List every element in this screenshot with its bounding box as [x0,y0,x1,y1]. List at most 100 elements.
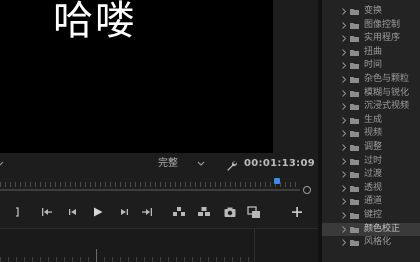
effects-folder-label: 杂色与颗粒 [364,74,410,84]
effects-folder-item[interactable]: 风格化 [322,236,420,249]
folder-icon [350,172,359,179]
chevron-right-icon[interactable] [341,225,347,234]
mark-out-icon[interactable] [12,205,26,219]
chevron-right-icon[interactable] [341,184,347,193]
chevron-right-icon[interactable] [341,61,347,70]
effects-folder-item[interactable]: 透视 [322,182,420,195]
effects-folder-label: 通道 [364,196,383,207]
folder-icon [350,240,359,247]
playhead-timecode[interactable]: 00:01:13:09 [244,157,315,171]
effects-folder-label: 透视 [364,182,383,193]
chevron-right-icon[interactable] [341,157,347,166]
effects-folder-label: 扭曲 [364,46,383,57]
effects-folder-item[interactable]: 视频 [322,127,420,140]
monitor-info-bar: 完整 00:01:13:09 [0,153,318,175]
effects-folder-label: 变换 [364,6,383,16]
folder-icon [350,226,359,233]
go-to-in-icon[interactable] [40,205,54,219]
playback-quality-value: 完整 [158,158,178,169]
effects-folder-item[interactable]: 调整 [322,141,420,154]
chevron-right-icon[interactable] [341,238,347,247]
add-button-icon[interactable] [290,205,304,219]
chevron-right-icon[interactable] [341,170,347,179]
chevron-right-icon[interactable] [341,116,347,125]
monitor-mini-timeline[interactable] [0,175,318,199]
chevron-right-icon[interactable] [341,48,347,57]
timeline-end-handle[interactable] [303,186,311,194]
effects-folder-label: 生成 [364,114,383,125]
effects-folder-item[interactable]: 沉浸式视频 [322,100,420,113]
play-icon[interactable] [91,205,105,219]
folder-icon [350,9,359,15]
step-back-icon[interactable] [66,205,80,219]
chevron-down-icon [0,161,4,166]
effects-folder-label: 视频 [364,128,383,139]
effects-folder-item[interactable]: 通道 [322,195,420,208]
effects-folder-item[interactable]: 扭曲 [322,46,420,59]
effects-folder-item[interactable]: 颜色校正 [322,222,420,236]
effects-folder-label: 键控 [364,210,383,220]
lift-icon[interactable] [172,205,186,219]
mini-timeline-ticks [0,182,300,187]
effects-folder-label: 调整 [364,142,383,152]
folder-icon [350,90,359,97]
compare-view-icon[interactable] [247,205,261,219]
transport-controls [0,199,318,225]
export-frame-icon[interactable] [223,205,237,219]
playhead-marker[interactable] [274,178,280,184]
folder-icon [350,145,359,151]
chevron-right-icon[interactable] [341,7,347,16]
effects-folder-label: 过时 [364,155,383,166]
effects-folder-item[interactable]: 过渡 [322,168,420,181]
effects-folder-item[interactable]: 变换 [322,5,420,18]
effects-folder-label: 颜色校正 [364,223,401,234]
chevron-right-icon[interactable] [341,129,347,138]
chevron-right-icon[interactable] [341,102,347,111]
effects-folder-label: 实用程序 [364,33,401,44]
effects-folder-item[interactable]: 杂色与颗粒 [322,73,420,86]
chevron-right-icon[interactable] [341,21,347,30]
chevron-right-icon[interactable] [341,89,347,98]
time-ruler-ticks [0,257,250,262]
folder-icon [350,104,359,111]
chevron-right-icon[interactable] [341,143,347,152]
step-forward-icon[interactable] [117,205,131,219]
effects-folder-item[interactable]: 键控 [322,209,420,222]
playback-quality-dropdown[interactable]: 完整 [158,157,205,171]
effects-folder-label: 模糊与锐化 [364,87,410,98]
extract-icon[interactable] [197,205,211,219]
ruler-marker [96,249,97,262]
folder-icon [350,117,359,124]
folder-icon [350,36,359,43]
effects-folder-label: 图像控制 [364,19,401,30]
mini-timeline-track[interactable] [0,189,300,191]
folder-icon [350,199,359,206]
folder-icon [350,131,359,138]
effects-folder-item[interactable]: 模糊与锐化 [322,87,420,100]
settings-wrench-icon[interactable] [226,157,238,171]
chevron-right-icon[interactable] [341,211,347,220]
chevron-right-icon[interactable] [341,197,347,206]
sequence-timeline-ruler[interactable] [0,229,318,262]
effects-folder-label: 风格化 [364,237,392,248]
chevron-down-icon [197,161,205,166]
go-to-out-icon[interactable] [140,205,154,219]
viewer-side-area [273,0,317,153]
effects-folder-label: 过渡 [364,169,383,180]
folder-icon [350,22,359,29]
effects-folder-label: 沉浸式视频 [364,101,410,112]
zoom-level-dropdown[interactable] [0,157,16,171]
track-header-divider [254,229,255,262]
chevron-right-icon[interactable] [341,34,347,43]
program-monitor-viewer[interactable]: 哈喽 [0,0,273,153]
folder-icon [350,77,359,83]
effects-folder-item[interactable]: 生成 [322,114,420,127]
chevron-right-icon[interactable] [341,75,347,84]
effects-folder-item[interactable]: 实用程序 [322,32,420,45]
effects-panel: 变换图像控制实用程序扭曲时间杂色与颗粒模糊与锐化沉浸式视频生成视频调整过时过渡透… [322,0,420,262]
effects-folder-item[interactable]: 时间 [322,59,420,72]
caption-text: 哈喽 [53,0,137,44]
folder-icon [350,63,359,70]
effects-folder-item[interactable]: 过时 [322,155,420,168]
effects-folder-item[interactable]: 图像控制 [322,19,420,32]
